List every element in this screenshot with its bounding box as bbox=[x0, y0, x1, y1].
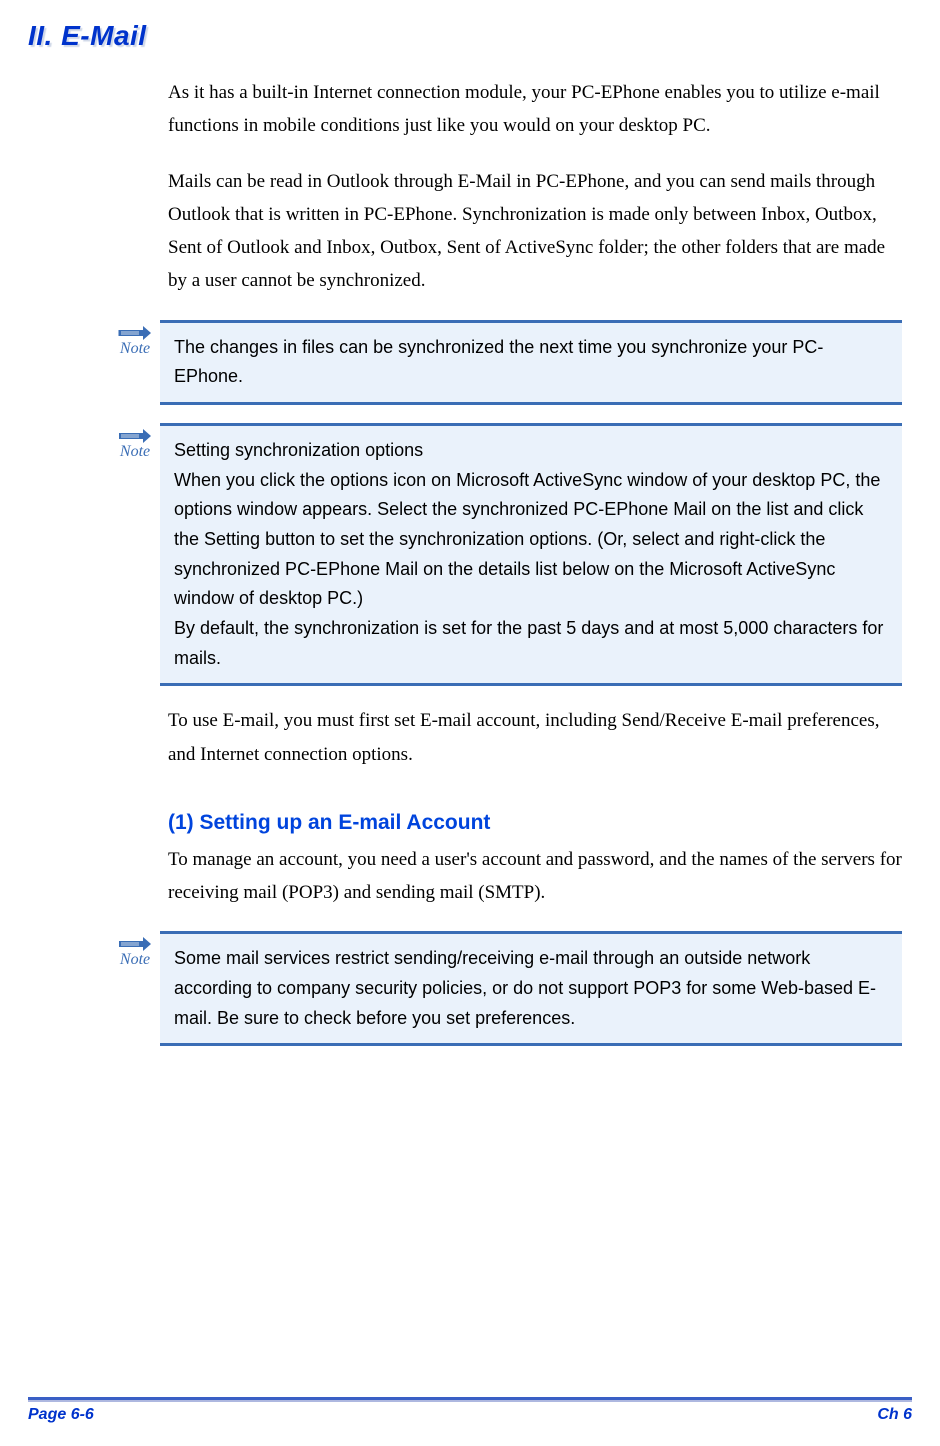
note-label: Note bbox=[110, 443, 160, 461]
note-label: Note bbox=[110, 951, 160, 969]
note-pencil-icon: Note bbox=[110, 931, 160, 969]
note-2-body: When you click the options icon on Micro… bbox=[174, 466, 888, 614]
note-text-3: Some mail services restrict sending/rece… bbox=[160, 931, 902, 1046]
footer-chapter: Ch 6 bbox=[877, 1406, 912, 1424]
subsection-heading: (1) Setting up an E-mail Account bbox=[168, 811, 902, 835]
note-label: Note bbox=[110, 340, 160, 358]
note-block-3: Note Some mail services restrict sending… bbox=[110, 931, 902, 1046]
paragraph-account: To manage an account, you need a user's … bbox=[168, 843, 902, 910]
note-text-1: The changes in files can be synchronized… bbox=[160, 320, 902, 405]
section-heading: II. E-Mail bbox=[28, 20, 912, 52]
page-footer: Page 6-6 Ch 6 bbox=[0, 1397, 940, 1424]
paragraph-usage: To use E-mail, you must first set E-mail… bbox=[168, 704, 902, 771]
paragraph-intro-1: As it has a built-in Internet connection… bbox=[168, 76, 902, 143]
footer-divider bbox=[28, 1397, 912, 1400]
note-block-2: Note Setting synchronization options Whe… bbox=[110, 423, 902, 687]
note-2-title: Setting synchronization options bbox=[174, 436, 888, 466]
note-2-default: By default, the synchronization is set f… bbox=[174, 614, 888, 673]
note-pencil-icon: Note bbox=[110, 320, 160, 358]
footer-page-number: Page 6-6 bbox=[28, 1406, 94, 1424]
note-text-2: Setting synchronization options When you… bbox=[160, 423, 902, 687]
note-block-1: Note The changes in files can be synchro… bbox=[110, 320, 902, 405]
note-pencil-icon: Note bbox=[110, 423, 160, 461]
paragraph-intro-2: Mails can be read in Outlook through E-M… bbox=[168, 165, 902, 298]
